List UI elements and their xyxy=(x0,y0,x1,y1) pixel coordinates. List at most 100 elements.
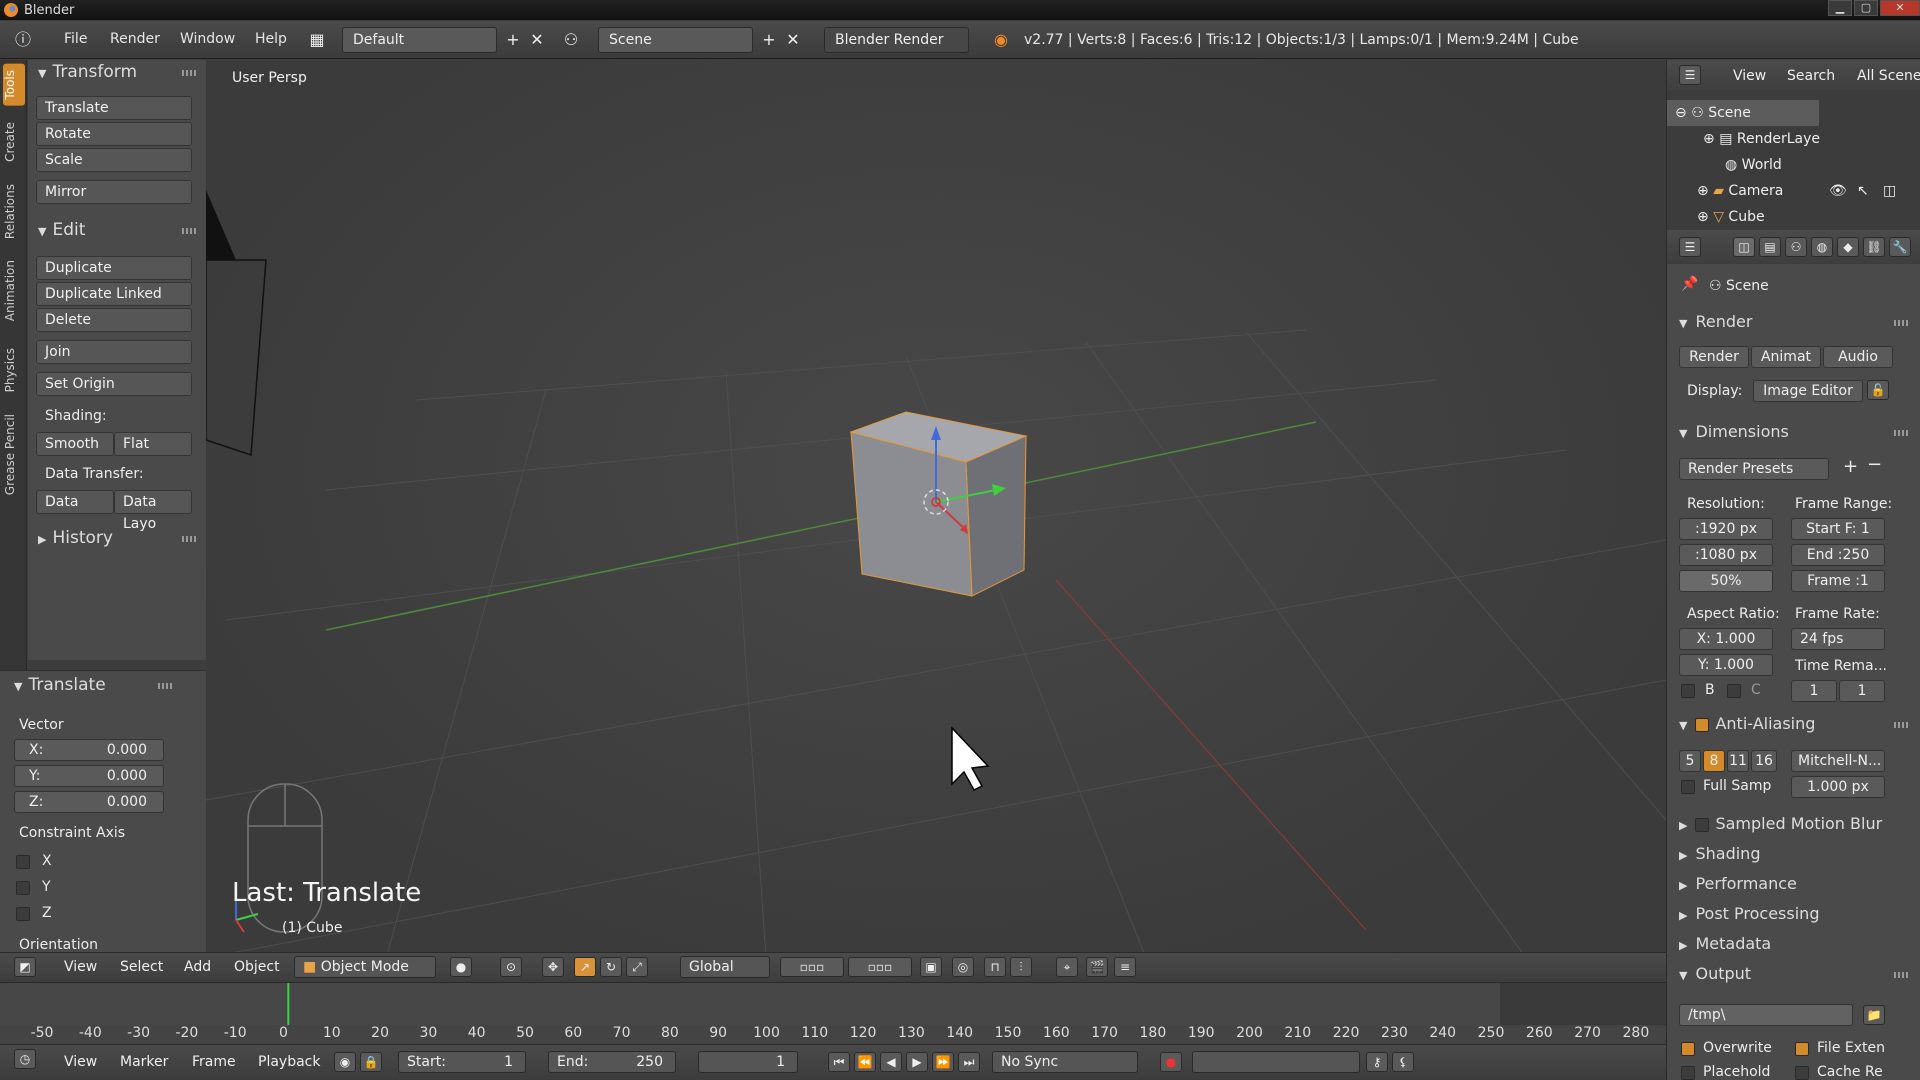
outliner-row-renderlayers[interactable]: ⊕ ▤ RenderLaye xyxy=(1667,126,1920,152)
menu-add[interactable]: Add xyxy=(184,959,211,975)
keying-set-field[interactable] xyxy=(1192,1051,1360,1073)
timeline-menu-playback[interactable]: Playback xyxy=(258,1054,320,1070)
outliner-row-camera[interactable]: ⊕ ▰ Camera 👁 ↖ ◫ xyxy=(1667,178,1920,204)
display-dropdown[interactable]: Image Editor xyxy=(1753,380,1863,402)
resolution-percentage-slider[interactable]: 50% xyxy=(1679,570,1773,592)
object-mode-dropdown[interactable]: ■ Object Mode xyxy=(294,956,436,978)
opengl-render-icon[interactable]: ⌖ xyxy=(1056,957,1078,977)
delete-keyframe-icon[interactable]: ⚸ xyxy=(1392,1052,1414,1072)
translate-manipulator-icon[interactable]: ↗ xyxy=(574,957,596,977)
menu-file[interactable]: File xyxy=(64,31,87,47)
add-scene-icon[interactable]: + xyxy=(758,29,780,51)
render-tab-icon[interactable]: ◫ xyxy=(1733,237,1755,257)
anti-aliasing-checkbox[interactable] xyxy=(1695,717,1710,732)
post-processing-section-header[interactable]: ▶ Post Processing xyxy=(1673,900,1895,928)
anti-aliasing-section-header[interactable]: ▼ Anti-Aliasing xyxy=(1673,710,1895,738)
sampled-motion-blur-header[interactable]: ▶ Sampled Motion Blur xyxy=(1673,810,1895,838)
collapse-icon[interactable]: ⊖ xyxy=(1675,105,1687,121)
tab-tools[interactable]: Tools xyxy=(3,64,25,106)
renderable-camera-icon[interactable]: ◫ xyxy=(1883,178,1896,204)
scene-icon[interactable]: ⚇ xyxy=(560,29,582,51)
panel-grip-icon[interactable] xyxy=(182,536,196,542)
constraints-tab-icon[interactable]: ⛓ xyxy=(1863,237,1885,257)
render-section-header[interactable]: ▼ Render xyxy=(1673,308,1895,336)
tab-grease-pencil[interactable]: Grease Pencil xyxy=(3,408,25,501)
rotate-button[interactable]: Rotate xyxy=(36,122,192,146)
outliner-display-mode[interactable]: All Scenes xyxy=(1857,68,1920,84)
insert-keyframe-icon[interactable]: ⚷ xyxy=(1366,1052,1388,1072)
frame-step-field[interactable]: Frame :1 xyxy=(1791,570,1885,592)
render-animation-button[interactable]: Animat xyxy=(1751,346,1821,368)
menu-window[interactable]: Window xyxy=(180,31,235,47)
expand-icon[interactable]: ⊕ xyxy=(1703,131,1715,147)
world-tab-icon[interactable]: ◍ xyxy=(1811,237,1833,257)
dimensions-section-header[interactable]: ▼ Dimensions xyxy=(1673,418,1895,446)
viewport-shading-icon[interactable]: ● xyxy=(450,957,472,977)
layer-buttons-1[interactable]: ▫▫▫ xyxy=(780,957,844,977)
editor-type-icon[interactable]: ◩ xyxy=(14,957,36,977)
panel-grip-icon[interactable] xyxy=(1894,722,1908,728)
clapper-icon[interactable]: ≡ xyxy=(1114,957,1136,977)
menu-select[interactable]: Select xyxy=(120,959,163,975)
output-path-field[interactable]: /tmp\ xyxy=(1679,1004,1853,1026)
panel-grip-icon[interactable] xyxy=(1894,320,1908,326)
motion-blur-checkbox[interactable] xyxy=(1695,817,1710,832)
outliner-editor-type-icon[interactable]: ☰ xyxy=(1679,65,1701,85)
timeline-menu-view[interactable]: View xyxy=(64,1054,97,1070)
shading-section-header[interactable]: ▶ Shading xyxy=(1673,840,1895,868)
info-editor-type-icon[interactable]: ⓘ xyxy=(12,29,34,51)
aa-filter-size-field[interactable]: 1.000 px xyxy=(1791,776,1885,798)
visibility-eye-icon[interactable]: 👁 xyxy=(1829,178,1847,204)
tab-physics[interactable]: Physics xyxy=(3,342,25,398)
add-preset-icon[interactable]: + xyxy=(1843,456,1858,477)
pin-icon[interactable]: 📌 xyxy=(1681,276,1698,292)
placeholders-checkbox[interactable] xyxy=(1681,1066,1695,1080)
timeline[interactable]: -50 -40 -30 -20 -10 0 10 20 30 40 50 60 70 80 90 100 110… xyxy=(0,982,1666,1044)
border-checkbox[interactable] xyxy=(1681,684,1695,698)
expand-icon[interactable]: ⊕ xyxy=(1697,209,1709,225)
render-layers-tab-icon[interactable]: ▤ xyxy=(1759,237,1781,257)
render-image-button[interactable]: Render xyxy=(1679,346,1749,368)
aa-samples-11-button[interactable]: 11 xyxy=(1727,750,1749,772)
3d-viewport[interactable]: User Persp Last: Translate (1) Cube xyxy=(206,60,1666,958)
resolution-y-field[interactable]: :1080 px xyxy=(1679,544,1773,566)
scene-dropdown[interactable]: Scene xyxy=(598,27,753,53)
edit-panel-header[interactable]: ▼ Edit xyxy=(38,220,85,240)
shade-smooth-button[interactable]: Smooth xyxy=(36,432,114,456)
render-engine-dropdown[interactable]: Blender Render xyxy=(824,27,969,53)
scene-tab-icon[interactable]: ⚇ xyxy=(1785,237,1807,257)
panel-grip-icon[interactable] xyxy=(182,70,196,76)
tab-relations[interactable]: Relations xyxy=(3,178,25,245)
metadata-section-header[interactable]: ▶ Metadata xyxy=(1673,930,1895,958)
keying-set-icon[interactable]: ◉ xyxy=(334,1052,356,1072)
outliner-row-scene[interactable]: ⊖ ⚇ Scene xyxy=(1667,100,1819,126)
expand-icon[interactable]: ⊕ xyxy=(1697,183,1709,199)
aspect-x-field[interactable]: X: 1.000 xyxy=(1679,628,1773,650)
aa-samples-5-button[interactable]: 5 xyxy=(1679,750,1701,772)
sync-mode-dropdown[interactable]: No Sync xyxy=(992,1051,1138,1073)
timeline-menu-marker[interactable]: Marker xyxy=(120,1054,168,1070)
maximize-button[interactable]: ▢ xyxy=(1854,0,1878,16)
play-reverse-icon[interactable]: ◀ xyxy=(880,1052,902,1072)
delete-scene-icon[interactable]: ✕ xyxy=(782,29,804,51)
snap-target-icon[interactable]: ⫶ xyxy=(1010,957,1032,977)
crop-checkbox[interactable] xyxy=(1727,684,1741,698)
lock-interface-icon[interactable]: 🔓 xyxy=(1867,380,1889,400)
jump-keyframe-forward-icon[interactable]: ⏩ xyxy=(932,1052,954,1072)
jump-keyframe-back-icon[interactable]: ⏪ xyxy=(854,1052,876,1072)
cache-result-checkbox[interactable] xyxy=(1795,1066,1809,1080)
aa-filter-dropdown[interactable]: Mitchell-N... xyxy=(1791,750,1885,772)
current-frame-field[interactable]: 1 xyxy=(698,1051,798,1073)
start-frame-field[interactable]: Start F: 1 xyxy=(1791,518,1885,540)
add-layout-icon[interactable]: + xyxy=(502,29,524,51)
lock-layers-icon[interactable]: ▣ xyxy=(920,957,942,977)
outliner-row-world[interactable]: ◍ World xyxy=(1667,152,1920,178)
performance-section-header[interactable]: ▶ Performance xyxy=(1673,870,1895,898)
lock-icon[interactable]: 🔒 xyxy=(360,1052,382,1072)
panel-grip-icon[interactable] xyxy=(1894,430,1908,436)
menu-help[interactable]: Help xyxy=(255,31,287,47)
translate-button[interactable]: Translate xyxy=(36,96,192,120)
modifiers-tab-icon[interactable]: 🔧 xyxy=(1889,237,1911,257)
time-remap-new-field[interactable]: 1 xyxy=(1839,680,1885,702)
resolution-x-field[interactable]: :1920 px xyxy=(1679,518,1773,540)
